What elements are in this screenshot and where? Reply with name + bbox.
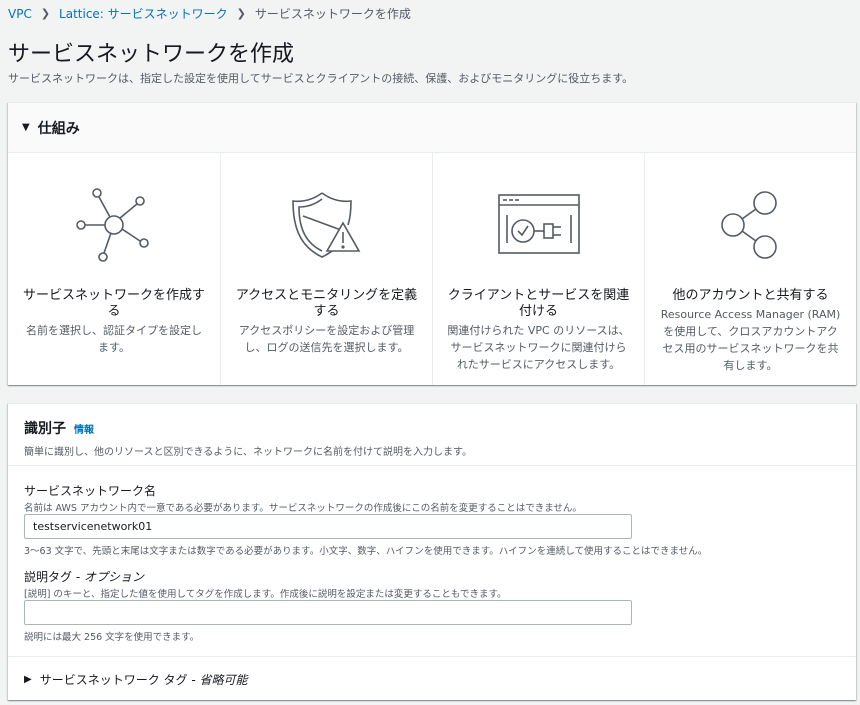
tags-label: サービスネットワーク タグ — [39, 672, 188, 687]
identifier-description: 簡単に識別し、他のリソースと区別できるように、ネットワークに名前を付けて説明を入… — [24, 447, 472, 458]
tags-optional: - 省略可能 — [191, 672, 248, 687]
description-tag-help: [説明] のキーと、指定した値を使用してタグを作成します。作成後に説明を設定また… — [24, 589, 507, 600]
service-network-tags-expander[interactable]: ▶ サービスネットワーク タグ - 省略可能 — [8, 656, 856, 701]
caret-down-icon[interactable]: ▼ — [22, 122, 30, 133]
step-title: サービスネットワークを作成する — [22, 288, 205, 319]
step-title: アクセスとモニタリングを定義する — [235, 288, 418, 319]
network-hub-icon — [22, 175, 206, 275]
how-it-works-step-associate: クライアントとサービスを関連付ける 関連付けられた VPC のリソースは、サービ… — [432, 153, 644, 385]
how-it-works-title: 仕組み — [37, 120, 80, 137]
optional-text: - オプション — [75, 570, 144, 584]
breadcrumb-vpc-link[interactable]: VPC — [8, 7, 32, 21]
page-title: サービスネットワークを作成 — [8, 42, 295, 67]
step-title: 他のアカウントと共有する — [672, 288, 829, 303]
service-network-name-input[interactable] — [24, 514, 632, 539]
info-link[interactable]: 情報 — [74, 421, 94, 436]
description-tag-label-text: 説明タグ — [24, 570, 73, 584]
chevron-right-icon: ❯ — [236, 7, 246, 20]
breadcrumb: VPC ❯ Lattice: サービスネットワーク ❯ サービスネットワークを作… — [8, 5, 411, 22]
breadcrumb-current: サービスネットワークを作成 — [254, 7, 411, 21]
step-title: クライアントとサービスを関連付ける — [447, 288, 630, 319]
identifier-panel: 識別子 情報 簡単に識別し、他のリソースと区別できるように、ネットワークに名前を… — [8, 403, 856, 700]
service-network-name-constraint: 3～63 文字で、先頭と末尾は文字または数字である必要があります。小文字、数字、… — [24, 546, 708, 557]
step-description: アクセスポリシーを設定および管理し、ログの送信先を選択します。 — [238, 324, 415, 354]
step-description: 関連付けられた VPC のリソースは、サービスネットワークに関連付けられたサービ… — [447, 324, 630, 371]
how-it-works-panel: ▼ 仕組み サービスネットワークを作成する 名前を選択し、認証タイプを設定します… — [8, 102, 856, 385]
identifier-title: 識別子 — [24, 421, 66, 437]
how-it-works-header[interactable]: ▼ 仕組み — [8, 103, 856, 153]
step-description: Resource Access Manager (RAM) を使用して、クロスア… — [660, 308, 841, 372]
step-description: 名前を選択し、認証タイプを設定します。 — [26, 324, 202, 354]
page-description: サービスネットワークは、指定した設定を使用してサービスとクライアントの接続、保護… — [8, 72, 634, 85]
how-it-works-step-access: アクセスとモニタリングを定義する アクセスポリシーを設定および管理し、ログの送信… — [220, 153, 432, 385]
description-tag-constraint: 説明には最大 256 文字を使用できます。 — [24, 632, 200, 643]
description-tag-input[interactable] — [24, 600, 632, 625]
service-network-name-label: サービスネットワーク名 — [24, 484, 157, 498]
shield-warning-icon — [235, 175, 418, 275]
description-tag-label: 説明タグ - オプション — [24, 568, 144, 585]
share-icon — [659, 175, 842, 275]
caret-right-icon[interactable]: ▶ — [24, 674, 32, 685]
breadcrumb-lattice-link[interactable]: Lattice: サービスネットワーク — [59, 5, 228, 22]
how-it-works-step-create: サービスネットワークを作成する 名前を選択し、認証タイプを設定します。 — [8, 153, 220, 385]
how-it-works-step-share: 他のアカウントと共有する Resource Access Manager (RA… — [644, 153, 856, 385]
service-network-name-help: 名前は AWS アカウント内で一意である必要があります。サービスネットワークの作… — [24, 503, 582, 514]
client-plug-icon — [447, 175, 630, 275]
chevron-right-icon: ❯ — [40, 7, 51, 20]
